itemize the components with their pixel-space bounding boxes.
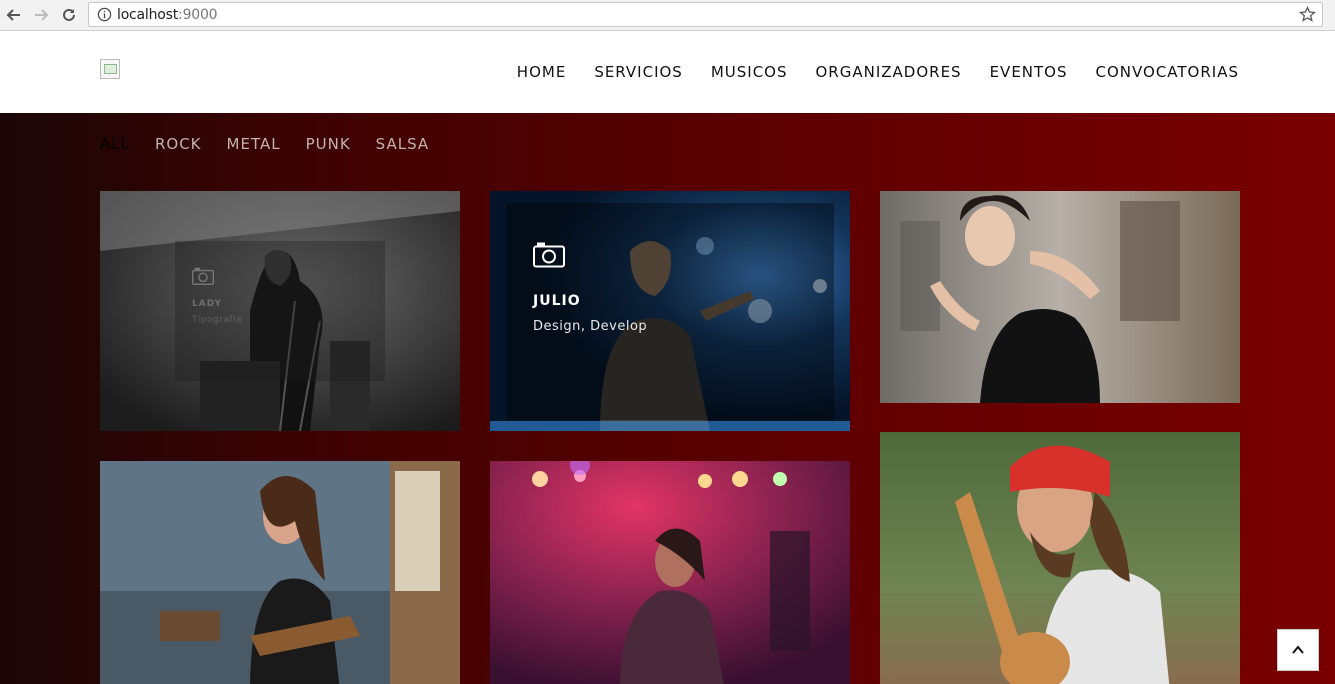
browser-toolbar: localhost:9000 xyxy=(0,0,1335,31)
scroll-to-top-button[interactable] xyxy=(1277,629,1319,671)
nav-eventos[interactable]: EVENTOS xyxy=(990,63,1068,81)
chevron-up-icon xyxy=(1292,645,1304,654)
portfolio-card-3[interactable] xyxy=(880,191,1240,403)
portfolio-card-6[interactable] xyxy=(880,432,1240,684)
filter-punk[interactable]: PUNK xyxy=(306,135,351,153)
camera-icon xyxy=(533,242,565,268)
address-bar[interactable]: localhost:9000 xyxy=(88,2,1323,27)
nav-musicos[interactable]: MUSICOS xyxy=(711,63,788,81)
portfolio-card-1[interactable]: LADY Tipografía xyxy=(100,191,460,431)
filter-all[interactable]: ALL xyxy=(100,135,130,153)
portfolio-card-4[interactable] xyxy=(100,461,460,684)
site-logo[interactable] xyxy=(100,59,120,79)
portfolio-card-5[interactable] xyxy=(490,461,850,684)
nav-convocatorias[interactable]: CONVOCATORIAS xyxy=(1096,63,1239,81)
card-2-subtitle: Design, Develop xyxy=(533,319,648,334)
portfolio-section: ALL ROCK METAL PUNK SALSA LADY Tipografí… xyxy=(0,113,1335,684)
camera-icon xyxy=(192,267,214,285)
reload-icon[interactable] xyxy=(59,5,79,25)
card-2-overlay: JULIO Design, Develop xyxy=(506,203,834,420)
url-text[interactable]: localhost:9000 xyxy=(117,7,218,23)
woman-guitar-photo xyxy=(100,461,460,684)
filter-salsa[interactable]: SALSA xyxy=(376,135,429,153)
filter-metal[interactable]: METAL xyxy=(227,135,281,153)
forward-icon[interactable] xyxy=(31,5,51,25)
card-1-overlay: LADY Tipografía xyxy=(175,241,385,381)
woman-headphones-photo xyxy=(880,191,1240,403)
singer-red-photo xyxy=(490,461,850,684)
nav-servicios[interactable]: SERVICIOS xyxy=(594,63,683,81)
card-2-title: JULIO xyxy=(533,293,581,309)
card-1-title: LADY xyxy=(192,299,223,309)
nav-home[interactable]: HOME xyxy=(517,63,567,81)
main-nav: HOME SERVICIOS MUSICOS ORGANIZADORES EVE… xyxy=(517,63,1239,81)
man-bandana-guitar-photo xyxy=(880,432,1240,684)
portfolio-filters: ALL ROCK METAL PUNK SALSA xyxy=(100,135,429,153)
card-1-subtitle: Tipografía xyxy=(192,315,243,325)
back-icon[interactable] xyxy=(4,5,24,25)
star-icon[interactable] xyxy=(1299,6,1316,23)
filter-rock[interactable]: ROCK xyxy=(155,135,202,153)
portfolio-card-2[interactable]: JULIO Design, Develop xyxy=(490,191,850,431)
info-icon[interactable] xyxy=(97,7,112,22)
site-header: HOME SERVICIOS MUSICOS ORGANIZADORES EVE… xyxy=(0,32,1335,113)
nav-organizadores[interactable]: ORGANIZADORES xyxy=(816,63,962,81)
